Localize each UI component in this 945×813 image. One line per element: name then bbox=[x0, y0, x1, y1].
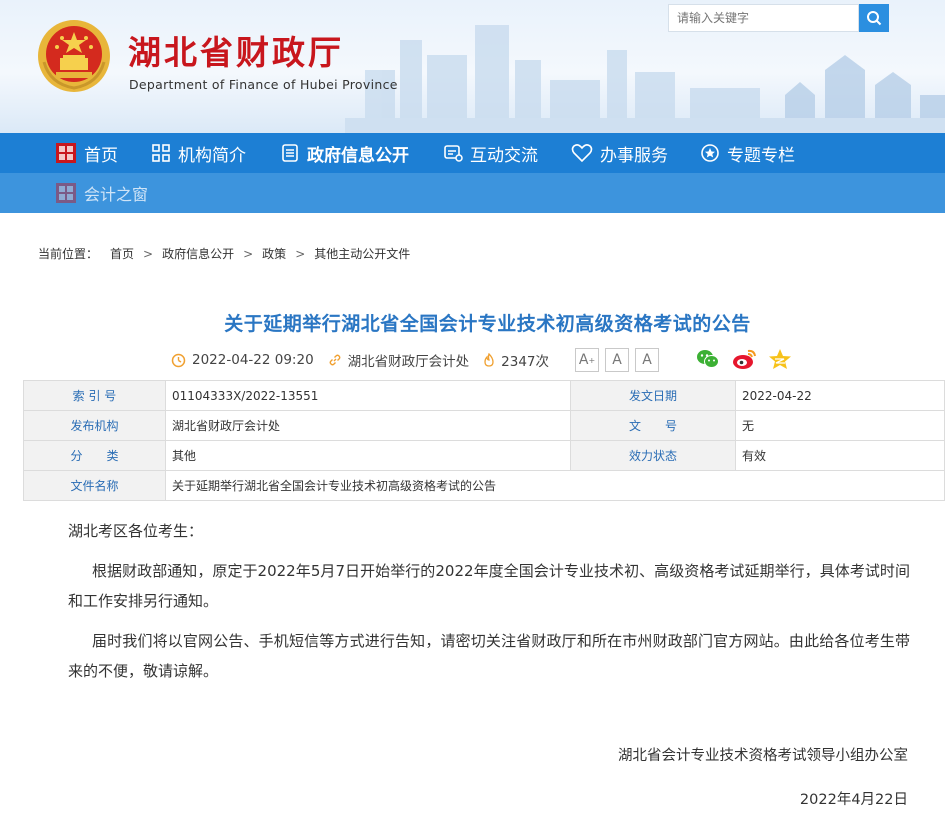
breadcrumb-other-files[interactable]: 其他主动公开文件 bbox=[314, 245, 410, 262]
nav-label: 办事服务 bbox=[600, 145, 668, 166]
nav-item-services[interactable]: 办事服务 bbox=[571, 133, 668, 173]
table-row: 发布机构 湖北省财政厅会计处 文 号 无 bbox=[23, 410, 945, 441]
clock-icon bbox=[171, 353, 186, 367]
nav-label: 专题专栏 bbox=[727, 145, 795, 166]
nav-label: 政府信息公开 bbox=[307, 145, 409, 166]
table-row: 分 类 其他 效力状态 有效 bbox=[23, 440, 945, 471]
breadcrumb-prefix: 当前位置： bbox=[38, 247, 99, 261]
article-body: 湖北考区各位考生： 根据财政部通知，原定于2022年5月7日开始举行的2022年… bbox=[68, 516, 910, 696]
category-label: 分 类 bbox=[23, 440, 166, 471]
font-size-small-button[interactable]: A bbox=[635, 348, 659, 372]
doc-no-label: 文 号 bbox=[570, 410, 736, 441]
star-circle-icon bbox=[701, 144, 719, 162]
main-nav: 首页 机构简介 政府信息公开 互动交流 办事服务 专题专栏 bbox=[0, 133, 945, 173]
home-logo-icon bbox=[56, 143, 76, 163]
nav-item-accounting-window[interactable]: 会计之窗 bbox=[55, 173, 148, 213]
status-value: 有效 bbox=[735, 440, 945, 471]
paragraph: 根据财政部通知，原定于2022年5月7日开始举行的2022年度全国会计专业技术初… bbox=[68, 562, 910, 610]
search-icon bbox=[867, 11, 882, 26]
nav-label: 首页 bbox=[84, 145, 118, 166]
article-source: 湖北省财政厅会计处 bbox=[347, 354, 470, 370]
font-size-large-button[interactable]: A + bbox=[575, 348, 599, 372]
table-row: 索 引 号 01104333X/2022-13551 发文日期 2022-04-… bbox=[23, 380, 945, 411]
org-value: 湖北省财政厅会计处 bbox=[165, 410, 571, 441]
breadcrumb-separator: > bbox=[243, 246, 254, 261]
paragraph: 届时我们将以官网公告、手机短信等方式进行告知，请密切关注省财政厅和所在市州财政部… bbox=[68, 632, 910, 680]
flame-icon bbox=[484, 353, 494, 367]
qzone-share-icon[interactable] bbox=[768, 348, 792, 370]
breadcrumb-separator: > bbox=[295, 246, 306, 261]
article-title: 关于延期举行湖北省全国会计专业技术初高级资格考试的公告 bbox=[224, 313, 751, 335]
view-count: 2347次 bbox=[501, 354, 550, 370]
breadcrumb: 当前位置： 首页 > 政府信息公开 > 政策 > 其他主动公开文件 bbox=[38, 245, 410, 262]
nav-label: 互动交流 bbox=[470, 145, 538, 166]
date-value: 2022-04-22 bbox=[735, 380, 945, 411]
breadcrumb-home[interactable]: 首页 bbox=[110, 245, 134, 262]
font-size-medium-button[interactable]: A bbox=[605, 348, 629, 372]
date-label: 发文日期 bbox=[570, 380, 736, 411]
filename-value: 关于延期举行湖北省全国会计专业技术初高级资格考试的公告 bbox=[165, 470, 945, 501]
secondary-nav: 会计之窗 bbox=[0, 173, 945, 213]
status-label: 效力状态 bbox=[570, 440, 736, 471]
site-header: 湖北省财政厅 Department of Finance of Hubei Pr… bbox=[0, 0, 945, 133]
table-row: 文件名称 关于延期举行湖北省全国会计专业技术初高级资格考试的公告 bbox=[23, 470, 945, 501]
article-meta: 2022-04-22 09:20 湖北省财政厅会计处 2347次 bbox=[171, 349, 549, 371]
nav-item-gov-info[interactable]: 政府信息公开 bbox=[280, 133, 409, 173]
link-icon bbox=[329, 354, 341, 366]
breadcrumb-separator: > bbox=[143, 246, 154, 261]
home-logo-icon bbox=[56, 183, 76, 203]
chat-icon bbox=[444, 145, 463, 162]
signature-date: 2022年4月22日 bbox=[799, 792, 908, 808]
document-icon bbox=[282, 144, 298, 162]
grid-icon bbox=[152, 144, 170, 162]
site-subtitle: Department of Finance of Hubei Province bbox=[129, 77, 398, 92]
filename-label: 文件名称 bbox=[23, 470, 166, 501]
nav-label: 会计之窗 bbox=[84, 185, 149, 204]
org-label: 发布机构 bbox=[23, 410, 166, 441]
signature: 湖北省会计专业技术资格考试领导小组办公室 bbox=[618, 748, 908, 764]
greeting: 湖北考区各位考生： bbox=[68, 522, 204, 540]
nav-label: 机构简介 bbox=[178, 145, 246, 166]
index-value: 01104333X/2022-13551 bbox=[165, 380, 571, 411]
document-info-table: 索 引 号 01104333X/2022-13551 发文日期 2022-04-… bbox=[23, 380, 945, 501]
doc-no-value: 无 bbox=[735, 410, 945, 441]
category-value: 其他 bbox=[165, 440, 571, 471]
index-label: 索 引 号 bbox=[23, 380, 166, 411]
nav-item-topics[interactable]: 专题专栏 bbox=[700, 133, 795, 173]
search-input[interactable] bbox=[668, 4, 859, 32]
search-button[interactable] bbox=[859, 4, 889, 32]
breadcrumb-gov-info[interactable]: 政府信息公开 bbox=[162, 245, 234, 262]
wechat-share-icon[interactable] bbox=[696, 348, 720, 370]
site-title: 湖北省财政厅 bbox=[128, 33, 344, 72]
nav-item-home[interactable]: 首页 bbox=[55, 133, 118, 173]
heart-icon bbox=[571, 144, 593, 163]
breadcrumb-policy[interactable]: 政策 bbox=[262, 245, 286, 262]
weibo-share-icon[interactable] bbox=[732, 348, 758, 370]
nav-item-interaction[interactable]: 互动交流 bbox=[443, 133, 538, 173]
publish-datetime: 2022-04-22 09:20 bbox=[192, 352, 314, 368]
national-emblem-icon bbox=[38, 20, 110, 92]
nav-item-about[interactable]: 机构简介 bbox=[151, 133, 246, 173]
